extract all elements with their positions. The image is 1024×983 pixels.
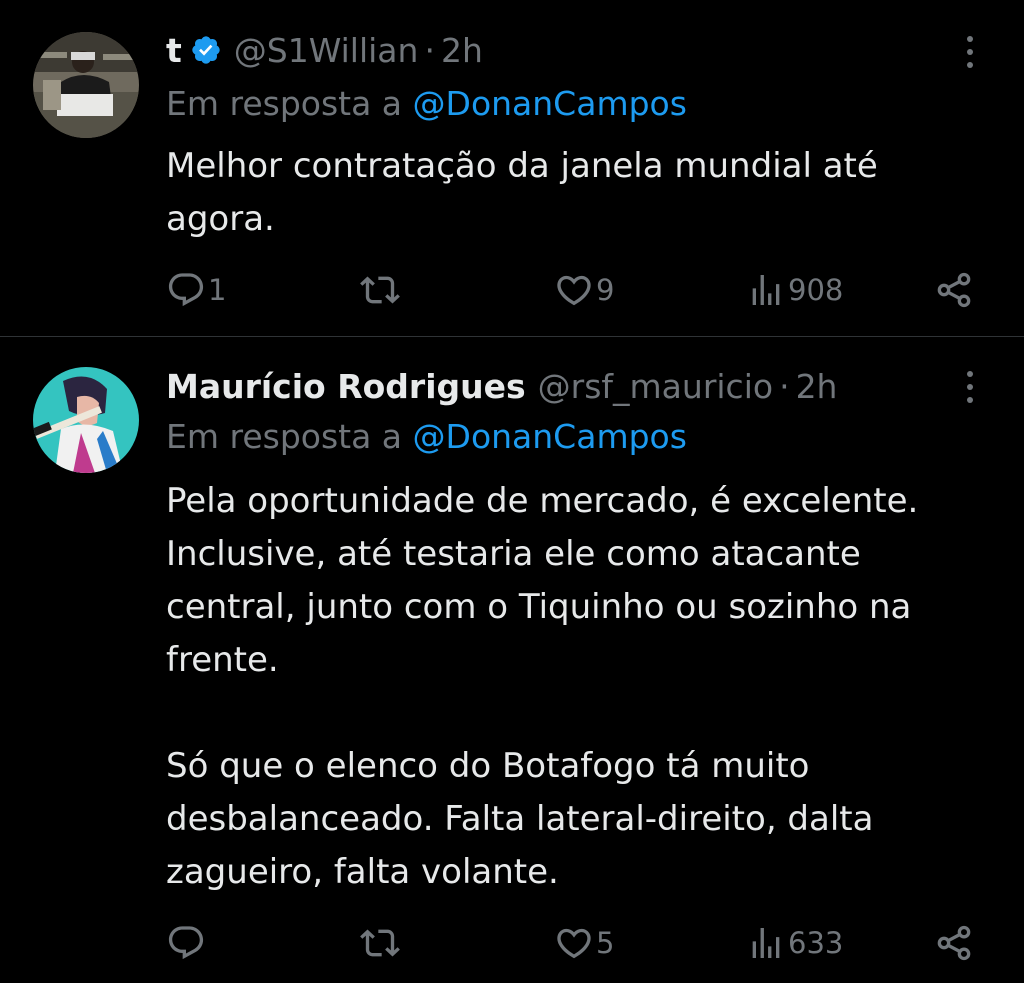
action-bar: 1 9 908: [166, 268, 976, 312]
reply-button[interactable]: 1: [166, 268, 226, 312]
more-icon[interactable]: [960, 367, 980, 407]
views-icon: [746, 270, 786, 310]
timestamp[interactable]: 2h: [796, 367, 838, 406]
avatar[interactable]: [33, 32, 139, 138]
reply-mention[interactable]: @DonanCampos: [413, 417, 687, 456]
user-handle[interactable]: @rsf_mauricio: [538, 367, 773, 406]
share-button[interactable]: [934, 268, 974, 312]
tweet-text: Pela oportunidade de mercado, é excelent…: [166, 475, 986, 899]
retweet-button[interactable]: [360, 921, 402, 965]
view-count: 908: [788, 273, 844, 307]
views-button[interactable]: 633: [746, 921, 843, 965]
reply-prefix: Em resposta a: [166, 417, 403, 456]
reply-mention[interactable]: @DonanCampos: [413, 84, 687, 123]
action-bar: 5 633: [166, 921, 976, 965]
separator: ·: [424, 30, 435, 70]
tweet-paragraph: Melhor contratação da janela mundial até…: [166, 146, 878, 239]
display-name[interactable]: t: [166, 31, 182, 70]
like-count: 9: [596, 273, 615, 307]
reply-context: Em resposta a @DonanCampos: [166, 417, 687, 456]
like-count: 5: [596, 926, 615, 960]
reply-icon: [166, 923, 206, 963]
tweet[interactable]: Maurício Rodrigues @rsf_mauricio · 2h Em…: [0, 336, 1024, 983]
like-button[interactable]: 9: [554, 268, 614, 312]
reply-prefix: Em resposta a: [166, 84, 403, 123]
avatar[interactable]: [33, 367, 139, 473]
retweet-button[interactable]: [360, 268, 402, 312]
tweet-text: Melhor contratação da janela mundial até…: [166, 140, 986, 246]
tweet-paragraph: Pela oportunidade de mercado, é excelent…: [166, 481, 919, 680]
reply-button[interactable]: [166, 921, 208, 965]
reply-count: 1: [208, 273, 227, 307]
like-icon: [554, 270, 594, 310]
reply-icon: [166, 270, 206, 310]
more-icon[interactable]: [960, 32, 980, 72]
like-icon: [554, 923, 594, 963]
tweet-header: t @S1Willian · 2h: [166, 28, 483, 72]
share-icon: [934, 270, 974, 310]
like-button[interactable]: 5: [554, 921, 614, 965]
share-button[interactable]: [934, 921, 974, 965]
retweet-icon: [360, 923, 400, 963]
verified-badge-icon: [190, 34, 222, 66]
views-icon: [746, 923, 786, 963]
reply-context: Em resposta a @DonanCampos: [166, 84, 687, 123]
user-handle[interactable]: @S1Willian: [234, 31, 419, 70]
display-name[interactable]: Maurício Rodrigues: [166, 367, 526, 406]
tweet-header: Maurício Rodrigues @rsf_mauricio · 2h: [166, 364, 837, 408]
views-button[interactable]: 908: [746, 268, 843, 312]
separator: ·: [779, 366, 790, 406]
tweet-paragraph: Só que o elenco do Botafogo tá muito des…: [166, 746, 874, 892]
retweet-icon: [360, 270, 400, 310]
share-icon: [934, 923, 974, 963]
view-count: 633: [788, 926, 844, 960]
timestamp[interactable]: 2h: [441, 31, 483, 70]
tweet[interactable]: t @S1Willian · 2h Em resposta a @DonanCa…: [0, 0, 1024, 336]
